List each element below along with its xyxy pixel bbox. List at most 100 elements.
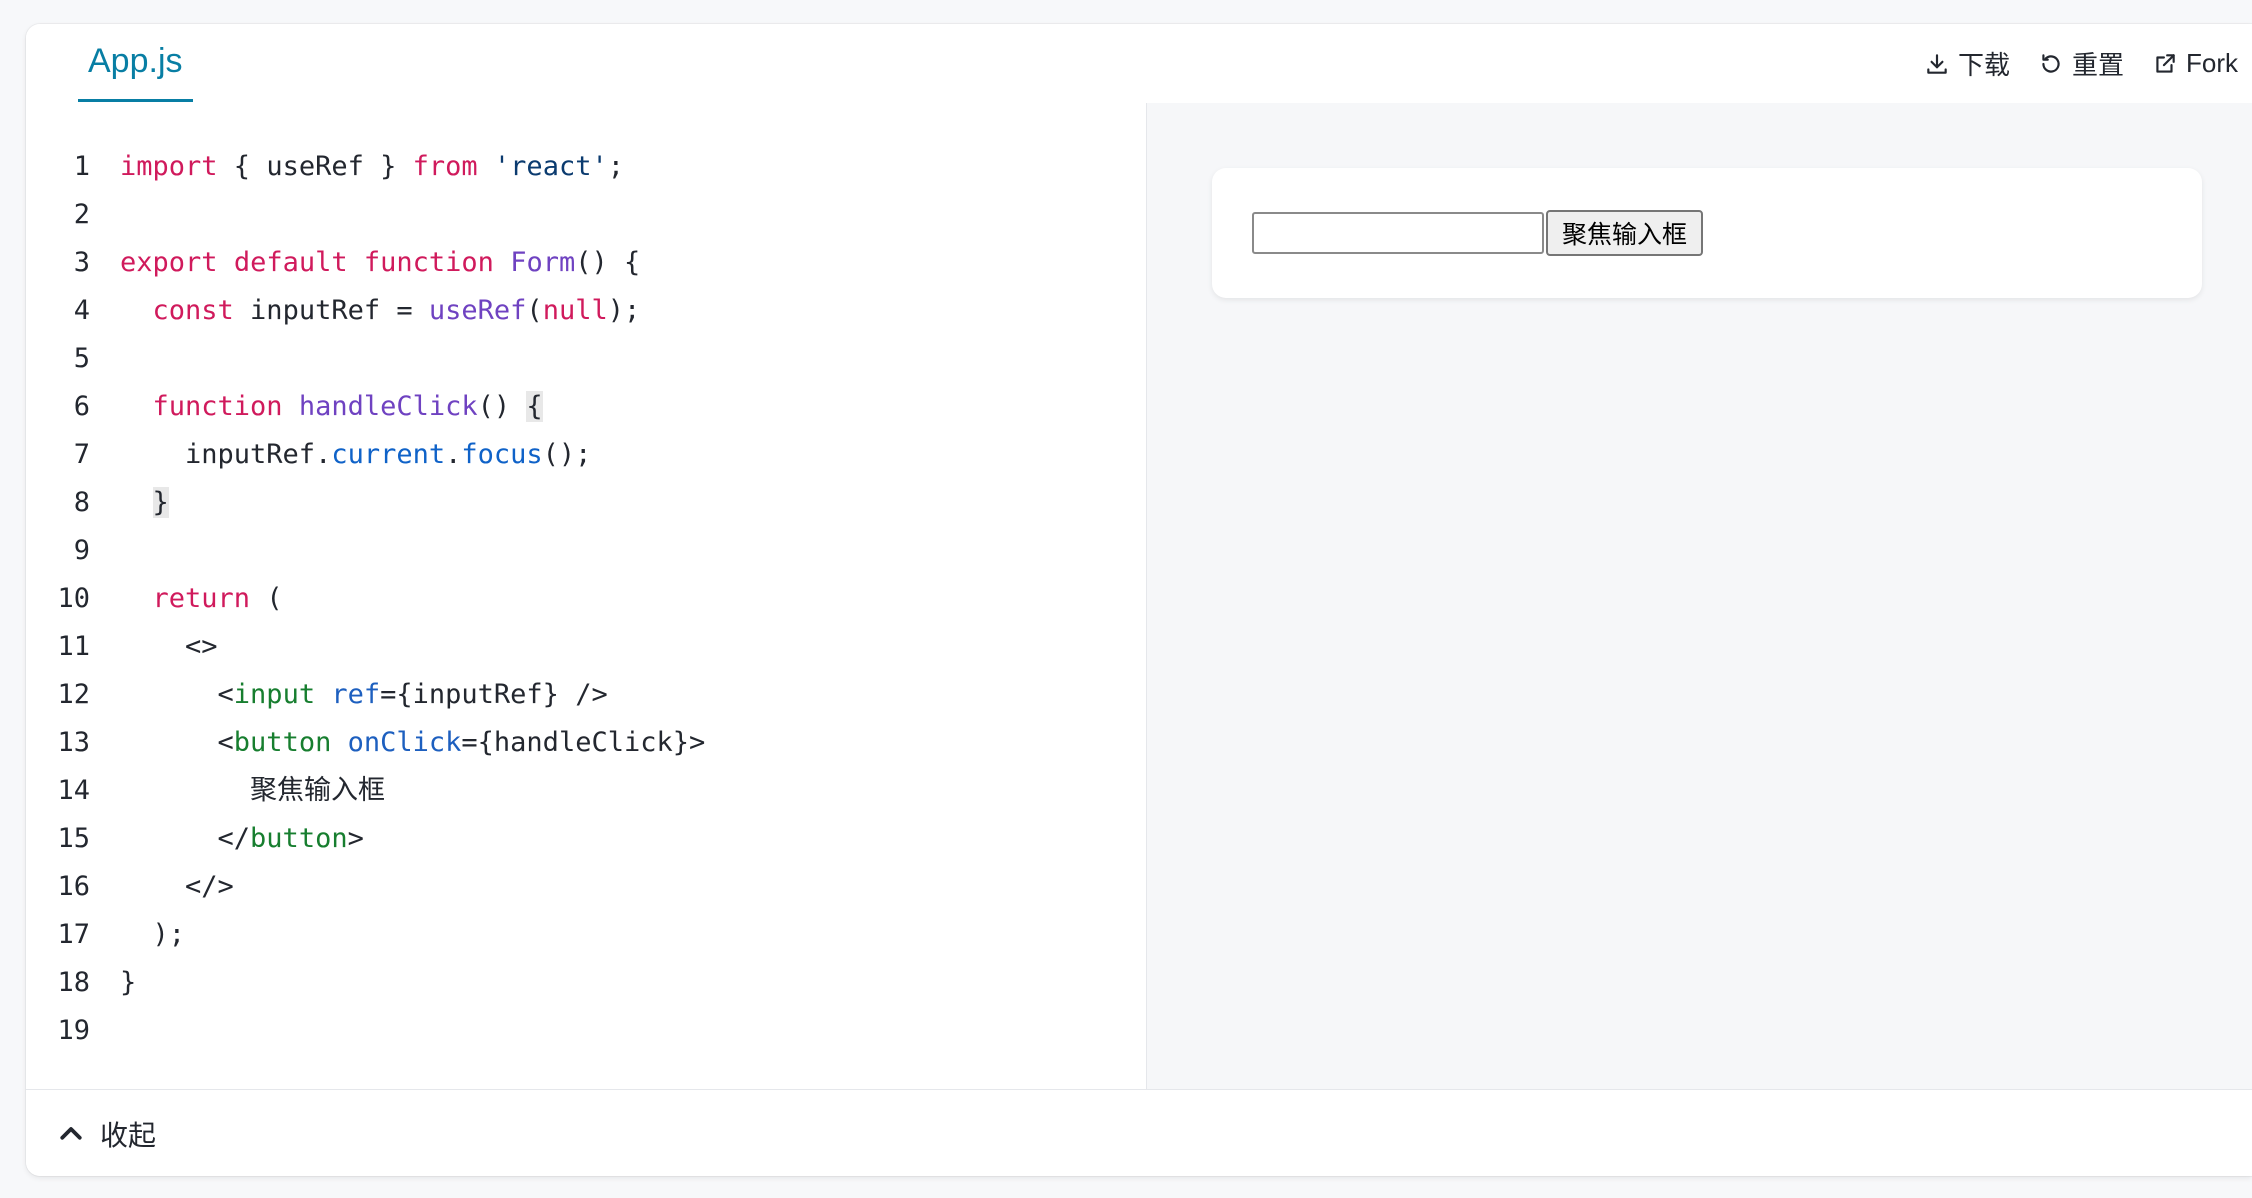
token: ref bbox=[331, 679, 381, 710]
editor-header: App.js 下载 重置 Fork bbox=[26, 24, 2252, 104]
code-editor[interactable]: 1 import { useRef } from 'react'; 2 3 ex… bbox=[26, 103, 1147, 1089]
line-number: 5 bbox=[73, 343, 90, 374]
external-link-icon bbox=[2156, 53, 2175, 73]
code-line: 1 import { useRef } from 'react'; bbox=[26, 143, 1146, 191]
token: current bbox=[331, 439, 446, 470]
code-line: 8 } bbox=[26, 479, 1146, 527]
line-number: 10 bbox=[57, 583, 90, 614]
token: </ bbox=[120, 823, 251, 854]
token: useRef bbox=[428, 295, 527, 326]
collapse-label: 收起 bbox=[100, 1119, 157, 1151]
code-line: 15 </button> bbox=[26, 815, 1146, 863]
editor-footer: 收起 bbox=[26, 1089, 2252, 1176]
line-text: const inputRef = useRef(null); bbox=[120, 287, 641, 335]
token: input bbox=[233, 679, 316, 710]
token: ( bbox=[526, 295, 543, 326]
code-line: 2 bbox=[26, 191, 1146, 239]
fork-button[interactable]: Fork bbox=[2152, 48, 2238, 79]
token: ; bbox=[607, 151, 624, 182]
code-line: 11 <> bbox=[26, 623, 1146, 671]
tab-label: App.js bbox=[88, 42, 183, 80]
code-content[interactable]: 1 import { useRef } from 'react'; 2 3 ex… bbox=[26, 143, 1146, 1055]
reset-icon bbox=[2042, 53, 2060, 73]
line-text: inputRef.current.focus(); bbox=[120, 431, 591, 479]
token: () { bbox=[575, 247, 641, 278]
line-number: 11 bbox=[57, 631, 90, 662]
line-text: 聚焦输入框 bbox=[120, 767, 385, 815]
code-line: 4 const inputRef = useRef(null); bbox=[26, 287, 1146, 335]
reset-button[interactable]: 重置 bbox=[2038, 45, 2124, 82]
token: function bbox=[152, 391, 283, 422]
token: 'react' bbox=[493, 151, 608, 182]
token: const bbox=[152, 295, 234, 326]
token: ={handleClick}> bbox=[461, 727, 706, 758]
token: { useRef } bbox=[217, 151, 413, 182]
focus-input-button[interactable]: 聚焦输入框 bbox=[1546, 210, 1704, 256]
matched-brace: { bbox=[526, 391, 543, 422]
line-text: } bbox=[120, 959, 136, 1007]
token: > bbox=[347, 823, 364, 854]
token: () bbox=[477, 391, 527, 422]
line-text: <button onClick={handleClick}> bbox=[120, 719, 706, 767]
chevron-up-icon bbox=[60, 1126, 82, 1140]
code-line: 3 export default function Form() { bbox=[26, 239, 1146, 287]
demo-text-input[interactable] bbox=[1252, 212, 1544, 254]
matched-brace: } bbox=[152, 487, 169, 518]
token: } bbox=[120, 967, 137, 998]
token: < bbox=[120, 727, 234, 758]
token: </> bbox=[120, 871, 234, 902]
collapse-button[interactable]: 收起 bbox=[56, 1114, 156, 1154]
token: inputRef = bbox=[233, 295, 429, 326]
token: inputRef. bbox=[120, 439, 332, 470]
line-number: 15 bbox=[57, 823, 90, 854]
token: Form bbox=[510, 247, 576, 278]
line-text: <input ref={inputRef} /> bbox=[120, 671, 608, 719]
line-number: 7 bbox=[73, 439, 90, 470]
code-line: 7 inputRef.current.focus(); bbox=[26, 431, 1146, 479]
token: ={inputRef} /> bbox=[380, 679, 608, 710]
code-line: 9 bbox=[26, 527, 1146, 575]
token: . bbox=[445, 439, 462, 470]
token: <> bbox=[120, 631, 218, 662]
line-number: 14 bbox=[57, 775, 90, 806]
code-line: 6 function handleClick() { bbox=[26, 383, 1146, 431]
token: handleClick bbox=[298, 391, 478, 422]
line-number: 8 bbox=[73, 487, 90, 518]
token: 聚焦输入框 bbox=[120, 775, 386, 806]
line-number: 2 bbox=[73, 199, 90, 230]
token: null bbox=[542, 295, 608, 326]
line-text: return ( bbox=[120, 575, 283, 623]
line-text: ); bbox=[120, 911, 186, 959]
line-text: import { useRef } from 'react'; bbox=[120, 143, 624, 191]
tab-app-js[interactable]: App.js bbox=[78, 24, 193, 102]
code-line: 10 return ( bbox=[26, 575, 1146, 623]
token: (); bbox=[542, 439, 592, 470]
line-text: function handleClick() { bbox=[120, 383, 543, 431]
token: ); bbox=[120, 919, 186, 950]
download-button[interactable]: 下载 bbox=[1924, 45, 2010, 82]
code-line: 16 </> bbox=[26, 863, 1146, 911]
line-text: </> bbox=[120, 863, 234, 911]
toolbar-actions: 下载 重置 Fork bbox=[1924, 24, 2238, 103]
token: function bbox=[363, 247, 494, 278]
download-icon bbox=[1927, 53, 1947, 74]
line-text: <> bbox=[120, 623, 218, 671]
sandpack-container: App.js 下载 重置 Fork 1 import {useRef} fr… bbox=[26, 24, 2252, 1176]
code-line: 5 bbox=[26, 335, 1146, 383]
line-text: } bbox=[120, 479, 169, 527]
line-number: 9 bbox=[73, 535, 90, 566]
line-number: 13 bbox=[57, 727, 90, 758]
fork-label: Fork bbox=[2186, 48, 2238, 78]
token: button bbox=[233, 727, 332, 758]
line-number: 1 bbox=[73, 151, 90, 182]
line-number: 18 bbox=[57, 967, 90, 998]
code-line: 12 <input ref={inputRef} /> bbox=[26, 671, 1146, 719]
